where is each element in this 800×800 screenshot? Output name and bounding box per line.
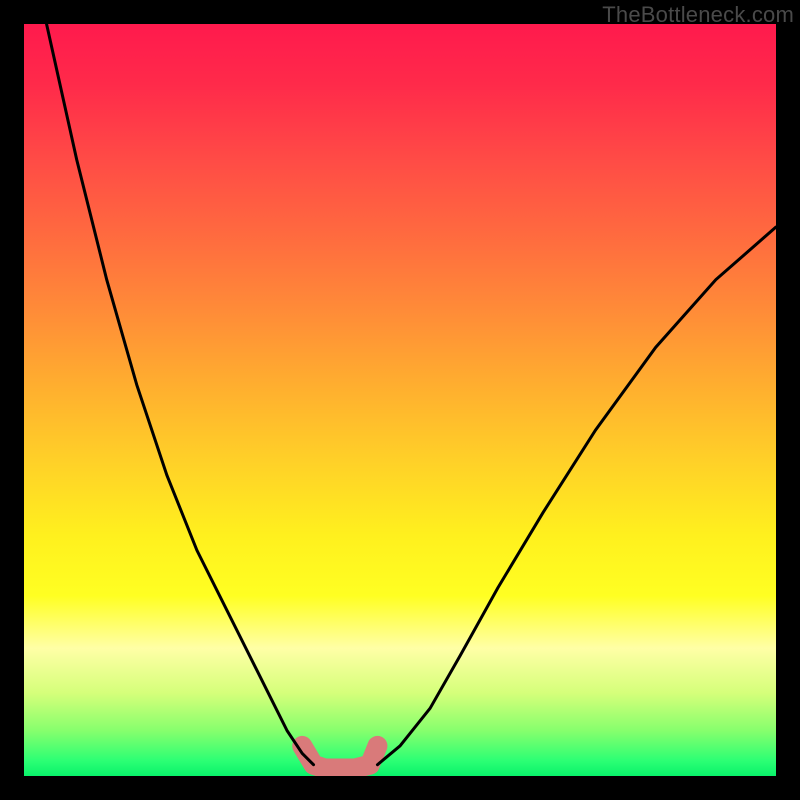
watermark-text: TheBottleneck.com [602, 2, 794, 28]
right-curve [377, 227, 776, 765]
plot-area [24, 24, 776, 776]
chart-frame: TheBottleneck.com [0, 0, 800, 800]
curve-layer [24, 24, 776, 776]
left-curve [47, 24, 314, 765]
